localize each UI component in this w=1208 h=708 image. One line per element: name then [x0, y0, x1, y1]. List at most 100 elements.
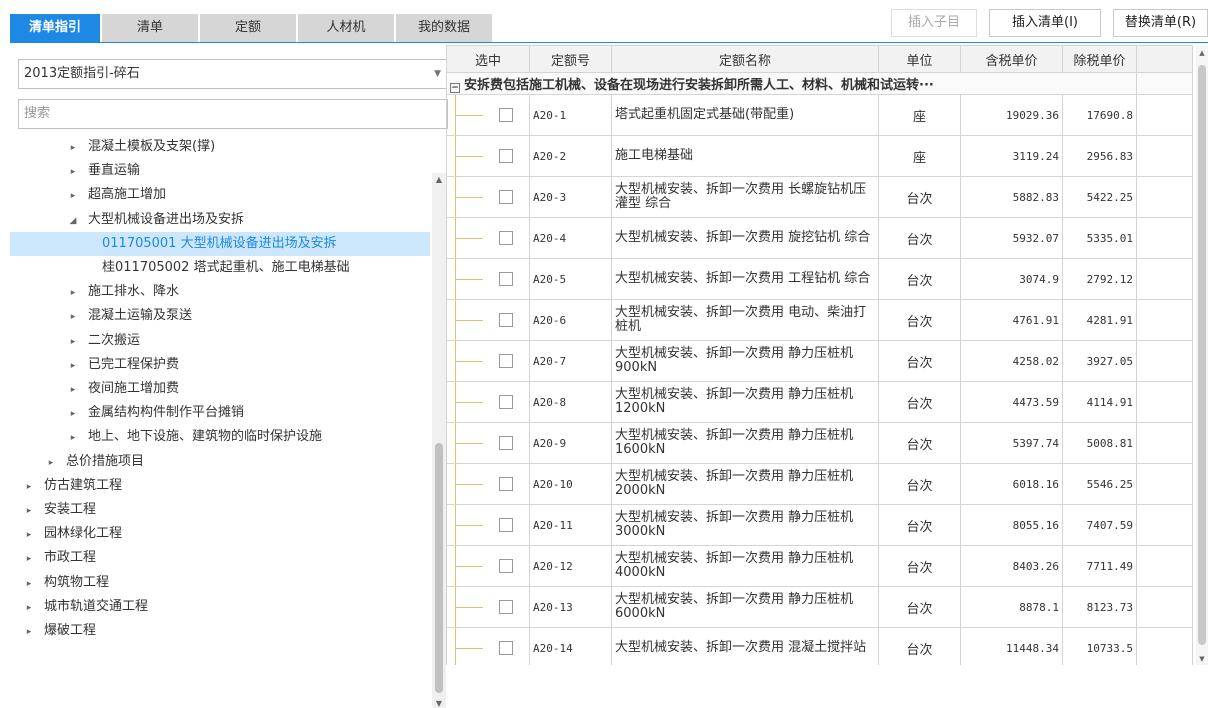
tab-my-data[interactable]: 我的数据 — [396, 14, 492, 42]
group-row[interactable]: − 安拆费包括施工机械、设备在现场进行安装拆卸所需人工、材料、机械和试运转··· — [446, 72, 1193, 95]
table-row[interactable]: A20-11 大型机械安装、拆卸一次费用 静力压桩机 3000kN 台次 8055.1… — [446, 504, 1193, 546]
table-row[interactable]: A20-12 大型机械安装、拆卸一次费用 静力压桩机 4000kN 台次 8403.2… — [446, 545, 1193, 587]
tree-item[interactable]: ▸ 二次搬运 — [10, 329, 430, 353]
table-row[interactable]: A20-7 大型机械安装、拆卸一次费用 静力压桩机 900kN 台次 4258.02 3… — [446, 340, 1193, 382]
table-row[interactable]: A20-8 大型机械安装、拆卸一次费用 静力压桩机 1200kN 台次 4473.59… — [446, 381, 1193, 423]
tree-item[interactable]: ▸ 园林绿化工程 — [10, 522, 430, 546]
blank-cell — [1136, 135, 1193, 177]
scroll-up-icon[interactable]: ▲ — [1196, 49, 1208, 57]
collapsed-arrow-icon[interactable]: ▸ — [22, 523, 36, 547]
tree-item[interactable]: ▸ 地上、地下设施、建筑物的临时保护设施 — [10, 425, 430, 449]
tree-item[interactable]: ▸ 爆破工程 — [10, 619, 430, 643]
row-checkbox[interactable] — [499, 108, 513, 122]
collapsed-arrow-icon[interactable]: ▸ — [44, 451, 58, 475]
collapsed-arrow-icon[interactable]: ▸ — [66, 354, 80, 378]
tree-item[interactable]: ▸ 夜间施工增加费 — [10, 377, 430, 401]
tab-materials[interactable]: 人材机 — [298, 14, 394, 42]
insert-child-button[interactable]: 插入子目 — [891, 9, 977, 37]
tree-item[interactable]: ▸ 市政工程 — [10, 546, 430, 570]
row-checkbox[interactable] — [499, 559, 513, 573]
chevron-down-icon[interactable]: ▼ — [434, 60, 441, 88]
tree-item[interactable]: ▸ 垂直运输 — [10, 159, 430, 183]
collapsed-arrow-icon[interactable]: ▸ — [66, 160, 80, 184]
row-checkbox[interactable] — [499, 395, 513, 409]
table-row[interactable]: A20-6 大型机械安装、拆卸一次费用 电动、柴油打桩机 台次 4761.91 4281… — [446, 299, 1193, 341]
scroll-up-icon[interactable]: ▲ — [432, 175, 446, 184]
row-checkbox[interactable] — [499, 190, 513, 204]
row-checkbox[interactable] — [499, 436, 513, 450]
collapsed-arrow-icon[interactable]: ▸ — [22, 475, 36, 499]
collapsed-arrow-icon[interactable]: ▸ — [66, 136, 80, 160]
scroll-down-icon[interactable]: ▼ — [1196, 655, 1208, 663]
tree-item[interactable]: ▸ 总价措施项目 — [10, 450, 430, 474]
tax-price: 4258.02 — [960, 340, 1063, 382]
tree-item[interactable]: ◢ 大型机械设备进出场及安拆 — [10, 208, 430, 232]
row-checkbox[interactable] — [499, 600, 513, 614]
tab-list-guide[interactable]: 清单指引 — [10, 14, 100, 42]
collapsed-arrow-icon[interactable]: ▸ — [22, 596, 36, 620]
col-header-tax-price[interactable]: 含税单价 — [960, 45, 1063, 73]
collapsed-arrow-icon[interactable]: ▸ — [66, 426, 80, 450]
search-input[interactable]: 搜索 — [18, 99, 448, 129]
table-row[interactable]: A20-2 施工电梯基础座 3119.24 2956.83 — [446, 135, 1193, 177]
col-header-notax-price[interactable]: 除税单价 — [1062, 45, 1137, 73]
collapsed-arrow-icon[interactable]: ▸ — [22, 572, 36, 596]
expanded-arrow-icon[interactable]: ◢ — [66, 209, 80, 233]
table-row[interactable]: A20-4 大型机械安装、拆卸一次费用 旋挖钻机 综合 台次 5932.07 5335.… — [446, 217, 1193, 259]
table-row[interactable]: A20-14 大型机械安装、拆卸一次费用 混凝土搅拌站 台次 11448.34 1073… — [446, 627, 1193, 665]
tree-item[interactable]: ▸ 超高施工增加 — [10, 183, 430, 207]
tree-item[interactable]: 桂011705002 塔式起重机、施工电梯基础 — [10, 256, 430, 280]
collapsed-arrow-icon[interactable]: ▸ — [66, 402, 80, 426]
tree-item[interactable]: ▸ 已完工程保护费 — [10, 353, 430, 377]
collapsed-arrow-icon[interactable]: ▸ — [66, 305, 80, 329]
tree-item[interactable]: 011705001 大型机械设备进出场及安拆 — [10, 231, 430, 256]
collapsed-arrow-icon[interactable]: ▸ — [66, 281, 80, 305]
col-header-select[interactable]: 选中 — [446, 45, 530, 73]
scroll-thumb[interactable] — [1198, 65, 1206, 645]
table-row[interactable]: A20-5 大型机械安装、拆卸一次费用 工程钻机 综合 台次 3074.9 2792.1… — [446, 258, 1193, 300]
col-header-code[interactable]: 定额号 — [529, 45, 612, 73]
blank-cell — [1136, 94, 1193, 136]
table-scrollbar[interactable]: ▲ ▼ — [1196, 45, 1208, 665]
insert-list-button[interactable]: 插入清单(I) — [989, 9, 1101, 37]
row-checkbox[interactable] — [499, 641, 513, 655]
tree-item[interactable]: ▸ 金属结构构件制作平台摊销 — [10, 401, 430, 425]
collapsed-arrow-icon[interactable]: ▸ — [66, 330, 80, 354]
tab-list[interactable]: 清单 — [102, 14, 198, 42]
tree-item[interactable]: ▸ 混凝土运输及泵送 — [10, 304, 430, 328]
tree-item[interactable]: ▸ 城市轨道交通工程 — [10, 595, 430, 619]
collapse-icon[interactable]: − — [450, 83, 460, 93]
table-row[interactable]: A20-9 大型机械安装、拆卸一次费用 静力压桩机 1600kN 台次 5397.74… — [446, 422, 1193, 464]
row-checkbox[interactable] — [499, 149, 513, 163]
row-checkbox[interactable] — [499, 354, 513, 368]
col-header-unit[interactable]: 单位 — [878, 45, 961, 73]
tree-item[interactable]: ▸ 混凝土模板及支架(撑) — [10, 135, 430, 159]
table-row[interactable]: A20-13 大型机械安装、拆卸一次费用 静力压桩机 6000kN 台次 8878.1… — [446, 586, 1193, 628]
collapsed-arrow-icon[interactable]: ▸ — [22, 620, 36, 644]
tree-item[interactable]: ▸ 施工排水、降水 — [10, 280, 430, 304]
row-checkbox[interactable] — [499, 313, 513, 327]
replace-list-button[interactable]: 替换清单(R) — [1113, 9, 1208, 37]
guide-select[interactable]: 2013定额指引-碎石 ▼ — [18, 59, 448, 89]
row-checkbox[interactable] — [499, 518, 513, 532]
tree-scrollbar[interactable]: ▲ ▼ — [432, 173, 446, 708]
tree-item[interactable]: ▸ 安装工程 — [10, 498, 430, 522]
tree-item[interactable]: ▸ 仿古建筑工程 — [10, 474, 430, 498]
collapsed-arrow-icon[interactable]: ▸ — [22, 499, 36, 523]
scroll-thumb[interactable] — [435, 443, 443, 693]
row-checkbox[interactable] — [499, 272, 513, 286]
row-checkbox[interactable] — [499, 477, 513, 491]
collapsed-arrow-icon[interactable]: ▸ — [22, 547, 36, 571]
tree-item[interactable]: ▸ 构筑物工程 — [10, 571, 430, 595]
quota-table: 选中 定额号 定额名称 单位 含税单价 除税单价 − 安拆费包括施工机械、设备在现… — [446, 45, 1193, 665]
table-row[interactable]: A20-3 大型机械安装、拆卸一次费用 长螺旋钻机压灌型 综合 台次 5882.83 5… — [446, 176, 1193, 218]
row-checkbox[interactable] — [499, 231, 513, 245]
col-header-name[interactable]: 定额名称 — [611, 45, 879, 73]
collapsed-arrow-icon[interactable]: ▸ — [66, 184, 80, 208]
quota-code: A20-2 — [529, 135, 612, 177]
tab-quota[interactable]: 定额 — [200, 14, 296, 42]
table-row[interactable]: A20-10 大型机械安装、拆卸一次费用 静力压桩机 2000kN 台次 6018.1… — [446, 463, 1193, 505]
table-row[interactable]: A20-1 塔式起重机固定式基础(带配重) 座 19029.36 17690.8 — [446, 94, 1193, 136]
scroll-down-icon[interactable]: ▼ — [432, 699, 446, 708]
collapsed-arrow-icon[interactable]: ▸ — [66, 378, 80, 402]
